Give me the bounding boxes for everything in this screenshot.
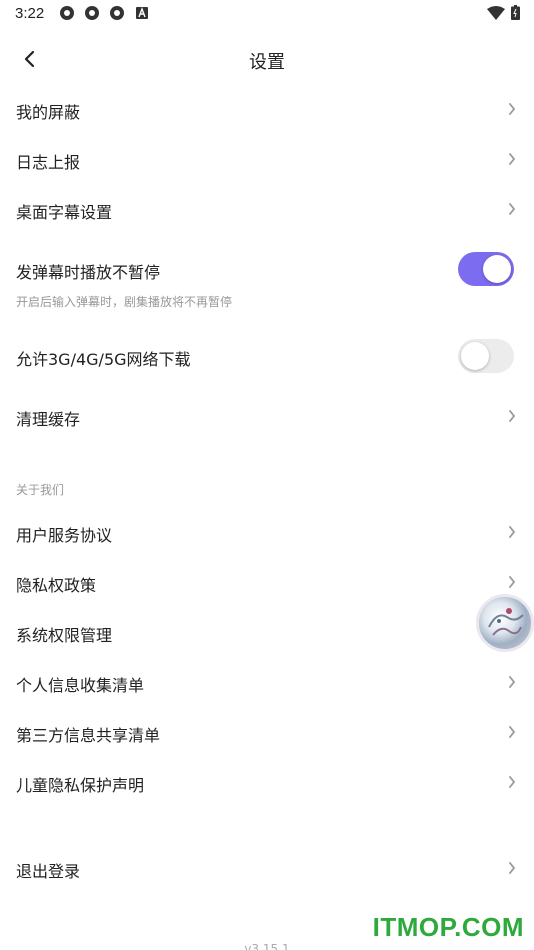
chevron-right-icon (509, 576, 516, 588)
battery-icon (511, 5, 520, 20)
settings-row-danmaku-no-pause: 发弹幕时播放不暂停 开启后输入弹幕时，剧集播放将不再暂停 (0, 245, 534, 309)
floating-artwork-icon (488, 608, 524, 636)
row-label: 儿童隐私保护声明 (16, 776, 145, 795)
chevron-right-icon (509, 776, 516, 788)
danmaku-no-pause-toggle[interactable] (458, 252, 514, 286)
floating-avatar-button[interactable] (476, 594, 534, 652)
row-label: 系统权限管理 (16, 626, 113, 645)
a-letter-icon (136, 7, 148, 19)
row-label: 桌面字幕设置 (16, 203, 113, 222)
settings-row-personal-info-list[interactable]: 个人信息收集清单 (0, 658, 534, 708)
settings-row-shield[interactable]: 我的屏蔽 (0, 85, 534, 135)
settings-row-third-party-list[interactable]: 第三方信息共享清单 (0, 708, 534, 758)
notification-icon (110, 6, 124, 20)
status-bar: 3:22 (0, 0, 534, 28)
settings-row-logout[interactable]: 退出登录 (0, 844, 534, 894)
row-label: 允许3G/4G/5G网络下载 (16, 350, 191, 369)
app-version: v3.15.1 (244, 942, 290, 950)
watermark-logo: ITMOP.COM (372, 912, 524, 942)
row-label: 个人信息收集清单 (16, 676, 145, 695)
settings-row-user-agreement[interactable]: 用户服务协议 (0, 508, 534, 558)
status-time: 3:22 (15, 5, 45, 22)
wifi-icon (487, 5, 505, 20)
settings-row-system-permissions[interactable]: 系统权限管理 (0, 608, 534, 658)
row-label: 发弹幕时播放不暂停 (16, 263, 161, 282)
toggle-knob (461, 342, 489, 370)
chevron-right-icon (509, 203, 516, 215)
row-label: 退出登录 (16, 862, 81, 881)
page-title: 设置 (249, 52, 285, 73)
notification-icon (60, 6, 74, 20)
row-label: 日志上报 (16, 153, 81, 172)
row-label: 清理缓存 (16, 410, 81, 429)
settings-row-mobile-download: 允许3G/4G/5G网络下载 (0, 332, 534, 382)
section-header-about: 关于我们 (16, 483, 65, 497)
chevron-right-icon (509, 410, 516, 422)
notification-icon (85, 6, 99, 20)
row-label: 用户服务协议 (16, 526, 113, 545)
row-label: 第三方信息共享清单 (16, 726, 161, 745)
mobile-download-toggle[interactable] (458, 339, 514, 373)
settings-row-desktop-subtitle[interactable]: 桌面字幕设置 (0, 185, 534, 235)
chevron-right-icon (509, 103, 516, 115)
chevron-right-icon (509, 862, 516, 874)
row-description: 开启后输入弹幕时，剧集播放将不再暂停 (16, 295, 233, 309)
chevron-right-icon (509, 676, 516, 688)
settings-row-log[interactable]: 日志上报 (0, 135, 534, 185)
chevron-right-icon (509, 153, 516, 165)
settings-row-privacy-policy[interactable]: 隐私权政策 (0, 558, 534, 608)
chevron-right-icon (509, 726, 516, 738)
row-label: 我的屏蔽 (16, 103, 81, 122)
settings-row-clear-cache[interactable]: 清理缓存 (0, 392, 534, 442)
chevron-right-icon (509, 526, 516, 538)
app-header: 设置 (0, 36, 534, 82)
toggle-knob (483, 255, 511, 283)
settings-row-children-privacy[interactable]: 儿童隐私保护声明 (0, 758, 534, 808)
row-label: 隐私权政策 (16, 576, 97, 595)
